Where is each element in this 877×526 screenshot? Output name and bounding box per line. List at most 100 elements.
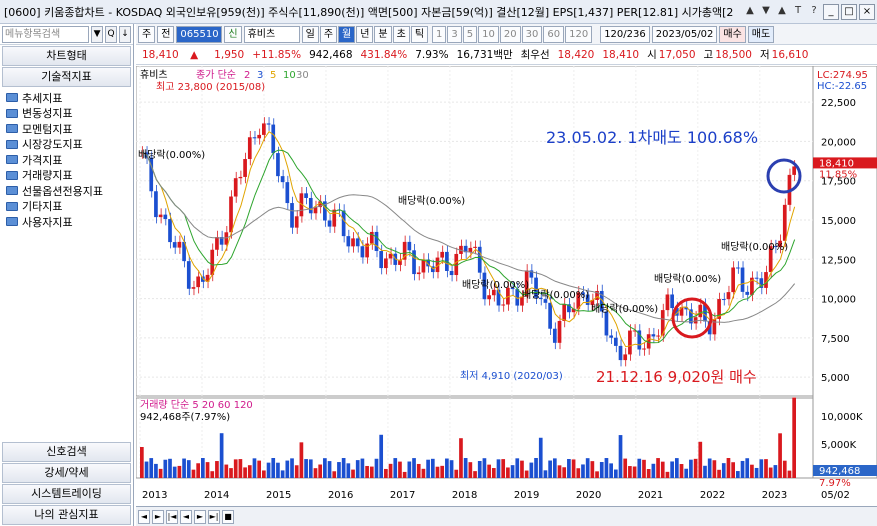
price-tick: 20,000 xyxy=(821,137,856,148)
up-arrow-icon[interactable]: ▲ xyxy=(743,4,757,18)
menu-search-input[interactable]: 메뉴항목검색 xyxy=(2,25,90,43)
candle xyxy=(247,137,252,160)
volume-bar xyxy=(632,466,637,478)
range-field[interactable]: 120/236 xyxy=(600,25,650,43)
interval-button[interactable]: 20 xyxy=(499,25,521,43)
search-icon[interactable]: Q xyxy=(105,25,118,43)
volume-bar xyxy=(768,467,773,478)
menu-search-row: 메뉴항목검색 ▼ Q ↓ xyxy=(0,24,133,45)
price-chart[interactable]: 22,50020,00017,50015,00012,50010,0007,50… xyxy=(135,65,877,506)
system-trading-button[interactable]: 시스템트레이딩 xyxy=(2,484,131,504)
volume-bar xyxy=(313,468,318,478)
prev-button[interactable]: 전 xyxy=(157,25,175,43)
indicator-button[interactable]: 기술적지표 xyxy=(2,67,131,87)
interval-button[interactable]: 30 xyxy=(521,25,543,43)
period-button[interactable]: 년 xyxy=(356,25,374,43)
volume-bar xyxy=(402,471,407,478)
scroll-control[interactable]: ◄ xyxy=(138,509,150,524)
minimize-button[interactable]: _ xyxy=(823,3,839,20)
scroll-control[interactable]: ►| xyxy=(208,509,220,524)
down-arrow-icon[interactable]: ▼ xyxy=(759,4,773,18)
volume-bar xyxy=(477,460,482,478)
maximize-button[interactable]: □ xyxy=(841,3,857,20)
date-field[interactable]: 2023/05/02 xyxy=(651,25,718,43)
period-button[interactable]: 틱 xyxy=(410,25,429,43)
scroll-control[interactable]: ■ xyxy=(222,509,234,524)
tree-item[interactable]: 추세지표 xyxy=(6,90,127,106)
period-button[interactable]: 초 xyxy=(392,25,410,43)
candle xyxy=(158,214,163,218)
candle xyxy=(262,123,266,135)
my-indicators-button[interactable]: 나의 관심지표 xyxy=(2,505,131,525)
candle xyxy=(252,137,257,139)
price-tick: 22,500 xyxy=(821,98,856,109)
scroll-control[interactable]: ◄ xyxy=(180,509,192,524)
candle xyxy=(552,328,557,343)
folder-icon xyxy=(6,93,18,103)
tree-item[interactable]: 사용자지표 xyxy=(6,214,127,230)
volume-bar xyxy=(665,471,670,478)
signal-search-button[interactable]: 신호검색 xyxy=(2,442,131,462)
font-up-icon[interactable]: ▲ xyxy=(775,4,789,18)
volume-bar xyxy=(717,469,721,478)
volume-bar xyxy=(562,467,567,478)
change: 1,950 xyxy=(214,48,245,61)
text-icon[interactable]: T xyxy=(791,4,805,18)
tree-item[interactable]: 기타지표 xyxy=(6,199,127,215)
interval-button[interactable]: 120 xyxy=(565,25,593,43)
folder-icon xyxy=(6,108,18,118)
sell-button[interactable]: 매도 xyxy=(747,25,775,43)
volume-bar xyxy=(271,458,276,478)
year-label: 2016 xyxy=(328,490,353,501)
interval-button[interactable]: 3 xyxy=(447,25,462,43)
interval-button[interactable]: 1 xyxy=(432,25,447,43)
scroll-control[interactable]: ► xyxy=(194,509,206,524)
volume-bar xyxy=(304,459,308,478)
chart-type-button[interactable]: 차트형태 xyxy=(2,46,131,66)
scroll-control[interactable]: |◄ xyxy=(166,509,178,524)
tree-item[interactable]: 거래량지표 xyxy=(6,168,127,184)
price-tick: 7,500 xyxy=(821,334,850,345)
title-bar: [0600] 키움종합차트 - KOSDAQ 외국인보유[959(천)] 주식수… xyxy=(0,0,877,24)
buy-button[interactable]: 매수 xyxy=(719,25,746,43)
tree-item[interactable]: 시장강도지표 xyxy=(6,137,127,153)
period-button[interactable]: 월 xyxy=(338,25,356,43)
period-button[interactable]: 분 xyxy=(374,25,392,43)
volume-bar xyxy=(379,434,384,478)
volume-bar xyxy=(205,462,210,478)
candle xyxy=(346,236,351,247)
up-arrow-icon: ▲ xyxy=(190,48,199,61)
volume-bar xyxy=(233,459,238,478)
strength-button[interactable]: 강세/약세 xyxy=(2,463,131,483)
volume-bar xyxy=(215,461,219,478)
tree-item[interactable]: 변동성지표 xyxy=(6,106,127,122)
tree-item[interactable]: 가격지표 xyxy=(6,152,127,168)
dividend-label: 배당락(0.00%) xyxy=(721,241,788,253)
volume-bar xyxy=(299,442,304,478)
volume-bar xyxy=(782,460,787,478)
year-label: 2023 xyxy=(762,490,787,501)
buy-annotation: 21.12.16 9,020원 매수 xyxy=(596,368,757,386)
volume-bar xyxy=(243,467,247,478)
chart-area[interactable]: 22,500 20,000 17,500 15,000 12,500 10,000 7,50… xyxy=(135,65,877,526)
best-bid: 18,410 xyxy=(602,48,640,61)
stock-code-input[interactable]: 065510 xyxy=(176,25,223,43)
period-button[interactable]: 주 xyxy=(319,25,338,43)
candle xyxy=(154,191,158,218)
close-button[interactable]: × xyxy=(859,3,875,20)
tree-item[interactable]: 선물옵션전용지표 xyxy=(6,183,127,199)
interval-button[interactable]: 5 xyxy=(462,25,478,43)
tree-item[interactable]: 모멘텀지표 xyxy=(6,121,127,137)
tree-item-label: 사용자지표 xyxy=(22,215,73,229)
candle xyxy=(369,231,374,244)
interval-button[interactable]: 60 xyxy=(543,25,565,43)
period-select[interactable]: 주 xyxy=(138,25,156,43)
dropdown-icon[interactable]: ▼ xyxy=(91,25,104,43)
stock-name[interactable]: 휴비츠 xyxy=(243,25,300,43)
candle xyxy=(642,348,646,350)
scroll-control[interactable]: ► xyxy=(152,509,164,524)
interval-button[interactable]: 10 xyxy=(478,25,499,43)
down-icon[interactable]: ↓ xyxy=(119,25,131,43)
help-icon[interactable]: ? xyxy=(807,4,821,18)
period-button[interactable]: 일 xyxy=(301,25,319,43)
